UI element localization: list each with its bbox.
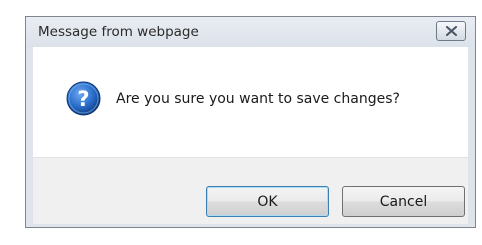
dialog-content: ? Are you sure you want to save changes?… bbox=[33, 47, 468, 224]
cancel-button[interactable]: Cancel bbox=[342, 186, 465, 217]
ok-button[interactable]: OK bbox=[206, 186, 329, 217]
title-bar[interactable]: Message from webpage bbox=[26, 17, 475, 47]
dialog-message: Are you sure you want to save changes? bbox=[116, 91, 400, 107]
dialog-frame: Message from webpage ? Are you sure you … bbox=[25, 16, 476, 228]
dialog-window: Message from webpage ? Are you sure you … bbox=[0, 0, 482, 245]
message-area: ? Are you sure you want to save changes? bbox=[33, 47, 468, 157]
question-icon: ? bbox=[66, 81, 101, 116]
dialog-title: Message from webpage bbox=[38, 24, 199, 40]
svg-text:?: ? bbox=[77, 87, 89, 111]
button-area: OK Cancel bbox=[33, 157, 468, 224]
close-button[interactable] bbox=[436, 21, 466, 41]
close-icon bbox=[446, 26, 457, 36]
